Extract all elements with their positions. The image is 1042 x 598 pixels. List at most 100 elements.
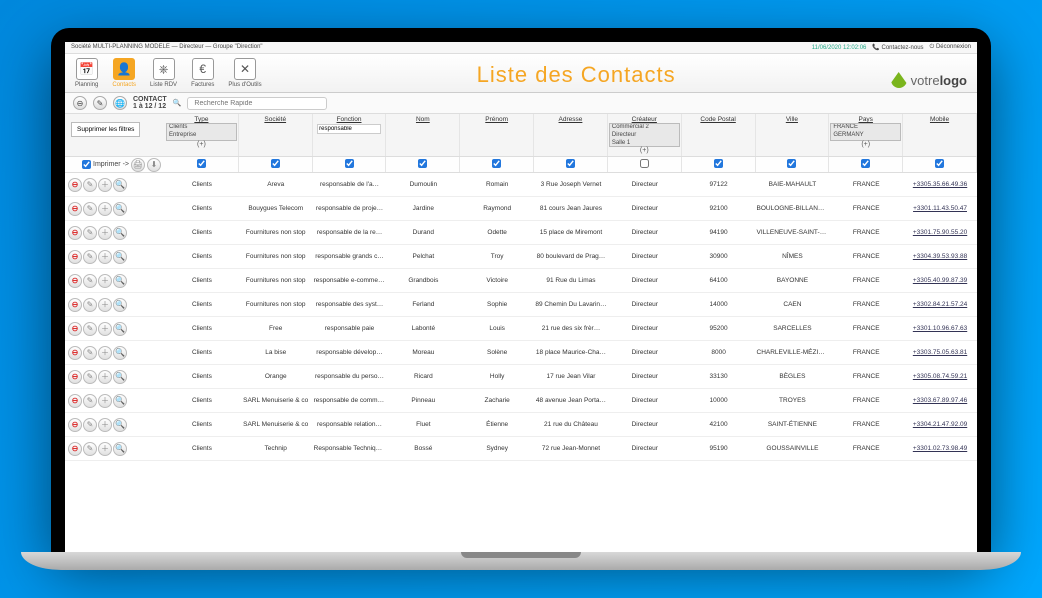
view-row-icon[interactable]: 🔍 bbox=[113, 370, 127, 384]
col-header-ville[interactable]: Ville bbox=[757, 116, 828, 123]
col-toggle-6[interactable] bbox=[640, 159, 649, 168]
tool-plus-d-outils[interactable]: ✕Plus d'Outils bbox=[228, 58, 261, 88]
col-header-adresse[interactable]: Adresse bbox=[535, 116, 606, 123]
col-header-societe[interactable]: Société bbox=[240, 116, 311, 123]
delete-row-icon[interactable]: ⊖ bbox=[68, 250, 82, 264]
cell-mobile[interactable]: +3302.84.21.57.24 bbox=[903, 299, 977, 310]
delete-row-icon[interactable]: ⊖ bbox=[68, 418, 82, 432]
view-row-icon[interactable]: 🔍 bbox=[113, 274, 127, 288]
edit-row-icon[interactable]: ✎ bbox=[83, 274, 97, 288]
table-row[interactable]: ⊖✎＋🔍ClientsSARL Menuiserie & coresponsab… bbox=[65, 413, 977, 437]
print-all-checkbox[interactable] bbox=[82, 160, 91, 169]
table-row[interactable]: ⊖✎＋🔍ClientsFournitures non stopresponsab… bbox=[65, 221, 977, 245]
print-icon[interactable]: 🖨 bbox=[131, 158, 145, 172]
cell-mobile[interactable]: +3304.21.47.92.09 bbox=[903, 419, 977, 430]
nav-prev-icon[interactable]: ✎ bbox=[93, 96, 107, 110]
edit-row-icon[interactable]: ✎ bbox=[83, 226, 97, 240]
col-header-prenom[interactable]: Prénom bbox=[461, 116, 532, 123]
createur-filter-list[interactable]: Commercial 2 Directeur Salle 1 bbox=[609, 123, 680, 147]
expand-pays-icon[interactable]: (+) bbox=[861, 141, 870, 148]
expand-type-icon[interactable]: (+) bbox=[197, 141, 206, 148]
table-row[interactable]: ⊖✎＋🔍ClientsFreeresponsable paieLabontéLo… bbox=[65, 317, 977, 341]
add-row-icon[interactable]: ＋ bbox=[98, 226, 112, 240]
type-filter-list[interactable]: Clients Entreprise bbox=[166, 123, 237, 141]
delete-row-icon[interactable]: ⊖ bbox=[68, 298, 82, 312]
cell-mobile[interactable]: +3304.39.53.93.88 bbox=[903, 251, 977, 262]
col-header-fonction[interactable]: Fonction bbox=[314, 116, 385, 123]
nav-world-icon[interactable]: 🌐 bbox=[113, 96, 127, 110]
cell-mobile[interactable]: +3303.75.05.63.81 bbox=[903, 347, 977, 358]
col-toggle-9[interactable] bbox=[861, 159, 870, 168]
col-toggle-0[interactable] bbox=[197, 159, 206, 168]
pays-filter-list[interactable]: FRANCE GERMANY bbox=[830, 123, 901, 141]
delete-row-icon[interactable]: ⊖ bbox=[68, 226, 82, 240]
delete-row-icon[interactable]: ⊖ bbox=[68, 394, 82, 408]
tool-contacts[interactable]: 👤Contacts bbox=[112, 58, 136, 88]
edit-row-icon[interactable]: ✎ bbox=[83, 370, 97, 384]
view-row-icon[interactable]: 🔍 bbox=[113, 442, 127, 456]
add-row-icon[interactable]: ＋ bbox=[98, 370, 112, 384]
cell-mobile[interactable]: +3301.75.90.55.20 bbox=[903, 227, 977, 238]
col-toggle-1[interactable] bbox=[271, 159, 280, 168]
cell-mobile[interactable]: +3301.11.43.50.47 bbox=[903, 203, 977, 214]
col-toggle-2[interactable] bbox=[345, 159, 354, 168]
tool-liste-rdv[interactable]: ⎈Liste RDV bbox=[150, 58, 177, 88]
col-toggle-3[interactable] bbox=[418, 159, 427, 168]
edit-row-icon[interactable]: ✎ bbox=[83, 202, 97, 216]
edit-row-icon[interactable]: ✎ bbox=[83, 322, 97, 336]
col-header-nom[interactable]: Nom bbox=[387, 116, 458, 123]
cell-mobile[interactable]: +3305.35.66.49.36 bbox=[903, 179, 977, 190]
table-row[interactable]: ⊖✎＋🔍ClientsFournitures non stopresponsab… bbox=[65, 269, 977, 293]
col-header-cp[interactable]: Code Postal bbox=[683, 116, 754, 123]
logout-button[interactable]: ⏻ Déconnexion bbox=[930, 44, 971, 51]
edit-row-icon[interactable]: ✎ bbox=[83, 418, 97, 432]
nav-first-icon[interactable]: ⊖ bbox=[73, 96, 87, 110]
edit-row-icon[interactable]: ✎ bbox=[83, 298, 97, 312]
delete-row-icon[interactable]: ⊖ bbox=[68, 442, 82, 456]
cell-mobile[interactable]: +3303.67.89.97.46 bbox=[903, 395, 977, 406]
add-row-icon[interactable]: ＋ bbox=[98, 442, 112, 456]
delete-row-icon[interactable]: ⊖ bbox=[68, 370, 82, 384]
delete-row-icon[interactable]: ⊖ bbox=[68, 202, 82, 216]
add-row-icon[interactable]: ＋ bbox=[98, 274, 112, 288]
col-toggle-4[interactable] bbox=[492, 159, 501, 168]
view-row-icon[interactable]: 🔍 bbox=[113, 322, 127, 336]
add-row-icon[interactable]: ＋ bbox=[98, 298, 112, 312]
delete-row-icon[interactable]: ⊖ bbox=[68, 178, 82, 192]
view-row-icon[interactable]: 🔍 bbox=[113, 298, 127, 312]
view-row-icon[interactable]: 🔍 bbox=[113, 418, 127, 432]
expand-createur-icon[interactable]: (+) bbox=[640, 147, 649, 154]
col-toggle-10[interactable] bbox=[935, 159, 944, 168]
table-row[interactable]: ⊖✎＋🔍ClientsFournitures non stopresponsab… bbox=[65, 245, 977, 269]
cell-mobile[interactable]: +3301.10.96.67.63 bbox=[903, 323, 977, 334]
cell-mobile[interactable]: +3305.08.74.59.21 bbox=[903, 371, 977, 382]
col-header-mobile[interactable]: Mobile bbox=[904, 116, 975, 123]
table-row[interactable]: ⊖✎＋🔍ClientsArevaresponsable de l'a…Dumou… bbox=[65, 173, 977, 197]
add-row-icon[interactable]: ＋ bbox=[98, 250, 112, 264]
table-row[interactable]: ⊖✎＋🔍ClientsFournitures non stopresponsab… bbox=[65, 293, 977, 317]
view-row-icon[interactable]: 🔍 bbox=[113, 346, 127, 360]
edit-row-icon[interactable]: ✎ bbox=[83, 178, 97, 192]
add-row-icon[interactable]: ＋ bbox=[98, 178, 112, 192]
table-row[interactable]: ⊖✎＋🔍ClientsBouygues Telecomresponsable d… bbox=[65, 197, 977, 221]
delete-row-icon[interactable]: ⊖ bbox=[68, 322, 82, 336]
tool-factures[interactable]: €Factures bbox=[191, 58, 214, 88]
col-toggle-8[interactable] bbox=[787, 159, 796, 168]
edit-row-icon[interactable]: ✎ bbox=[83, 442, 97, 456]
contact-us-link[interactable]: 📞 Contactez-nous bbox=[872, 44, 923, 51]
add-row-icon[interactable]: ＋ bbox=[98, 202, 112, 216]
cell-mobile[interactable]: +3301.02.73.98.49 bbox=[903, 443, 977, 454]
quick-search-input[interactable] bbox=[187, 97, 327, 110]
view-row-icon[interactable]: 🔍 bbox=[113, 202, 127, 216]
col-toggle-7[interactable] bbox=[714, 159, 723, 168]
view-row-icon[interactable]: 🔍 bbox=[113, 394, 127, 408]
edit-row-icon[interactable]: ✎ bbox=[83, 346, 97, 360]
view-row-icon[interactable]: 🔍 bbox=[113, 250, 127, 264]
col-toggle-5[interactable] bbox=[566, 159, 575, 168]
col-header-pays[interactable]: Pays bbox=[830, 116, 901, 123]
view-row-icon[interactable]: 🔍 bbox=[113, 178, 127, 192]
delete-row-icon[interactable]: ⊖ bbox=[68, 346, 82, 360]
table-row[interactable]: ⊖✎＋🔍ClientsLa biseresponsable dévelop…Mo… bbox=[65, 341, 977, 365]
clear-filters-button[interactable]: Supprimer les filtres bbox=[71, 122, 140, 137]
delete-row-icon[interactable]: ⊖ bbox=[68, 274, 82, 288]
